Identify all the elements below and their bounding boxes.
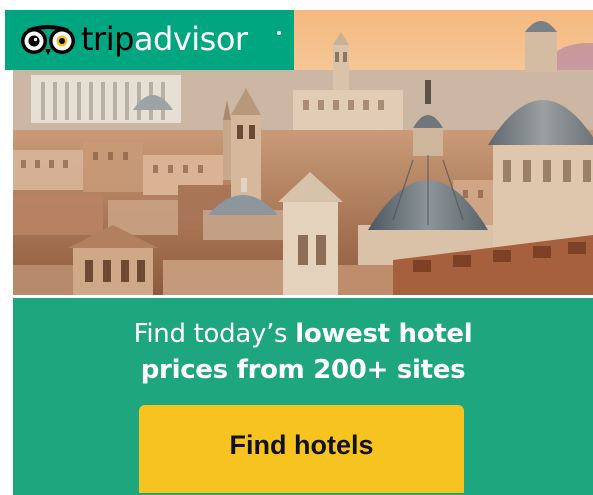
find-hotels-button[interactable]: Find hotels — [139, 405, 464, 493]
headline-regular-text: Find today’s — [133, 319, 296, 349]
wordmark-advisor: advisor — [133, 20, 248, 58]
tripadvisor-wordmark: tripadvisor — [81, 23, 248, 55]
headline: Find today’s lowest hotel prices from 20… — [13, 316, 593, 388]
find-hotels-button-label: Find hotels — [229, 429, 374, 460]
tripadvisor-banner-ad[interactable]: tripadvisor Find today’s lowest hotel pr… — [0, 0, 593, 495]
cta-panel: Find today’s lowest hotel prices from 20… — [13, 298, 593, 495]
headline-line-1: Find today’s lowest hotel — [13, 316, 593, 352]
headline-bold-text-1: lowest hotel — [295, 319, 473, 349]
trademark-dot — [277, 31, 281, 35]
headline-bold-text-2: prices from 200+ sites — [140, 355, 466, 385]
headline-line-2: prices from 200+ sites — [13, 352, 593, 388]
tripadvisor-logo[interactable]: tripadvisor — [5, 10, 294, 70]
wordmark-trip: trip — [81, 20, 134, 58]
tripadvisor-owl-eyes-icon — [21, 25, 75, 55]
